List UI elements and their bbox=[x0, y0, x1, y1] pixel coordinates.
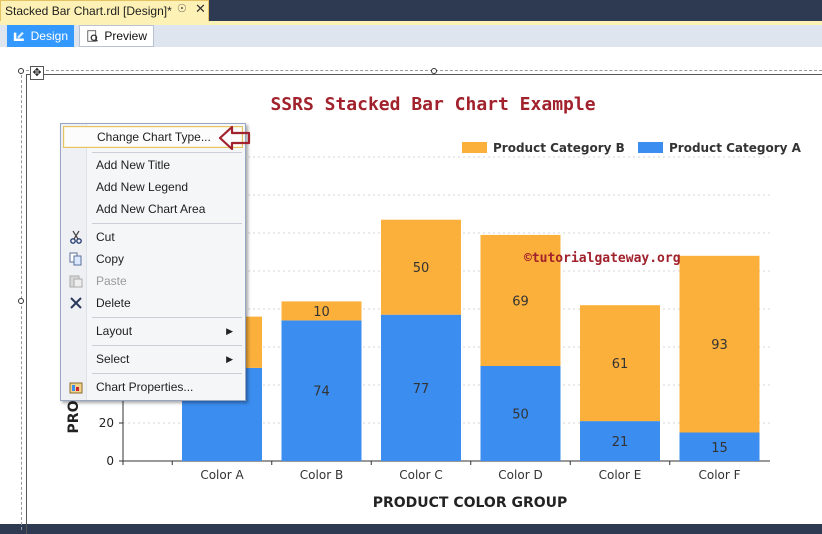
tab-design-label: Design bbox=[30, 29, 68, 43]
data-label: 93 bbox=[711, 338, 728, 353]
menu-item-add-new-title[interactable]: Add New Title bbox=[63, 154, 243, 176]
data-label: 21 bbox=[612, 435, 629, 450]
menu-item-chart-properties[interactable]: Chart Properties... bbox=[63, 376, 243, 398]
x-tick-label: Color D bbox=[498, 468, 542, 482]
data-label: 50 bbox=[413, 261, 430, 276]
scissors-icon bbox=[70, 230, 82, 244]
close-icon[interactable]: ✕ bbox=[195, 1, 206, 17]
document-tab[interactable]: Stacked Bar Chart.rdl [Design]* ☉ ✕ bbox=[0, 0, 209, 21]
legend-swatch bbox=[638, 142, 663, 153]
menu-item-layout[interactable]: Layout ▶ bbox=[63, 320, 243, 342]
data-label: 69 bbox=[512, 294, 529, 309]
pin-icon[interactable]: ☉ bbox=[177, 2, 187, 15]
submenu-arrow-icon: ▶ bbox=[226, 353, 233, 364]
data-label: 77 bbox=[413, 382, 430, 397]
menu-item-copy[interactable]: Copy bbox=[63, 248, 243, 270]
delete-icon bbox=[70, 297, 82, 309]
data-label: 50 bbox=[512, 408, 529, 423]
submenu-arrow-icon: ▶ bbox=[226, 325, 233, 336]
x-tick-label: Color A bbox=[200, 468, 244, 482]
menu-item-label: Delete bbox=[96, 296, 131, 310]
menu-item-label: Add New Title bbox=[96, 158, 171, 172]
menu-item-delete[interactable]: Delete bbox=[63, 292, 243, 314]
menu-item-label: Cut bbox=[96, 230, 115, 244]
menu-item-paste[interactable]: Paste bbox=[63, 270, 243, 292]
y-tick-label: 20 bbox=[99, 416, 114, 430]
menu-item-change-chart-type[interactable]: Change Chart Type... bbox=[63, 126, 243, 148]
design-icon bbox=[13, 31, 24, 41]
data-label: 74 bbox=[313, 385, 330, 400]
watermark-text: ©tutorialgateway.org bbox=[524, 251, 681, 266]
menu-item-select[interactable]: Select ▶ bbox=[63, 348, 243, 370]
tab-design[interactable]: Design bbox=[7, 25, 74, 47]
paste-icon bbox=[69, 275, 83, 288]
x-tick-label: Color F bbox=[698, 468, 740, 482]
x-tick-label: Color E bbox=[599, 468, 642, 482]
menu-item-label: Layout bbox=[96, 324, 133, 338]
menu-item-label: Add New Chart Area bbox=[96, 202, 206, 216]
x-axis-title: PRODUCT COLOR GROUP bbox=[373, 495, 568, 511]
menu-separator bbox=[92, 317, 242, 318]
x-tick-label: Color B bbox=[300, 468, 343, 482]
menu-item-cut[interactable]: Cut bbox=[63, 226, 243, 248]
data-label: 10 bbox=[313, 305, 330, 320]
y-axis-title: PRO bbox=[66, 400, 82, 433]
data-label: 61 bbox=[612, 357, 629, 372]
tab-preview-label: Preview bbox=[104, 29, 147, 43]
x-tick-label: Color C bbox=[399, 468, 443, 482]
menu-item-label: Select bbox=[96, 352, 130, 366]
menu-separator bbox=[92, 373, 242, 374]
view-tab-bar: Design Preview bbox=[0, 25, 822, 47]
menu-separator bbox=[92, 152, 242, 153]
data-label: 15 bbox=[711, 441, 728, 456]
copy-icon bbox=[69, 252, 82, 266]
menu-separator bbox=[92, 223, 242, 224]
context-menu: Change Chart Type... Add New Title Add N… bbox=[60, 123, 246, 401]
document-tab-title: Stacked Bar Chart.rdl [Design]* bbox=[5, 4, 172, 18]
legend-label: Product Category A bbox=[669, 141, 802, 155]
preview-icon bbox=[87, 30, 98, 42]
menu-separator bbox=[92, 345, 242, 346]
tab-preview[interactable]: Preview bbox=[79, 25, 154, 47]
menu-item-add-new-legend[interactable]: Add New Legend bbox=[63, 176, 243, 198]
menu-item-label: Change Chart Type... bbox=[97, 130, 211, 144]
menu-item-label: Copy bbox=[96, 252, 125, 266]
menu-item-label: Add New Legend bbox=[96, 180, 189, 194]
y-tick-label: 0 bbox=[106, 454, 114, 468]
menu-item-label: Paste bbox=[96, 274, 127, 288]
properties-icon bbox=[69, 382, 83, 394]
legend-swatch bbox=[462, 142, 487, 153]
menu-item-add-new-chart-area[interactable]: Add New Chart Area bbox=[63, 198, 243, 220]
menu-item-label: Chart Properties... bbox=[96, 380, 194, 394]
chart-title: SSRS Stacked Bar Chart Example bbox=[270, 94, 595, 115]
callout-arrow-icon bbox=[218, 125, 251, 151]
legend-label: Product Category B bbox=[493, 141, 625, 155]
